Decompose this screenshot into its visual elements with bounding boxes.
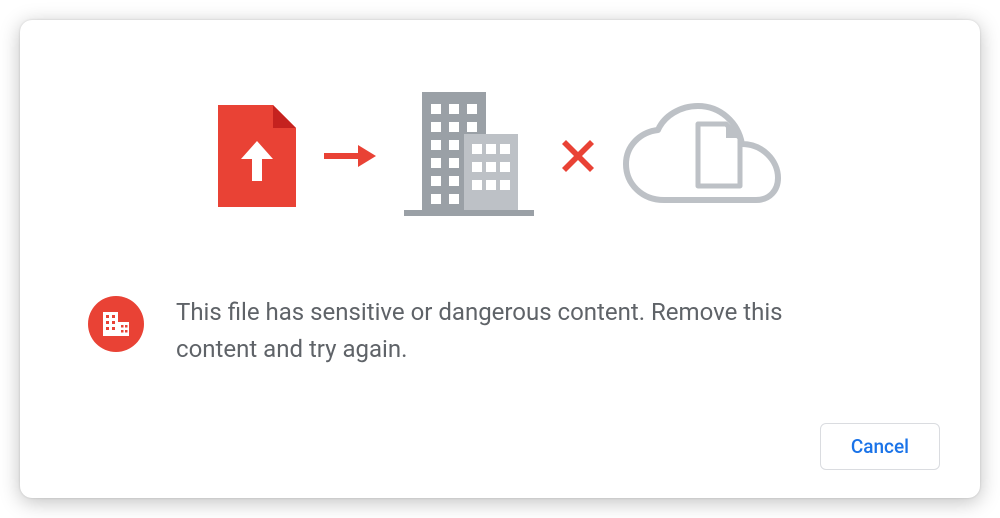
warning-message: This file has sensitive or dangerous con… <box>176 294 940 368</box>
illustration <box>60 52 940 274</box>
file-upload-icon <box>218 105 296 211</box>
message-row: This file has sensitive or dangerous con… <box>60 274 940 368</box>
upload-blocked-dialog: This file has sensitive or dangerous con… <box>20 20 980 498</box>
cancel-button[interactable]: Cancel <box>820 423 940 470</box>
arrow-right-icon <box>324 143 376 173</box>
buildings-icon <box>404 92 534 224</box>
cloud-document-icon <box>622 102 782 214</box>
organization-badge-icon <box>88 296 144 352</box>
dialog-actions: Cancel <box>820 423 940 470</box>
x-icon <box>562 140 594 176</box>
